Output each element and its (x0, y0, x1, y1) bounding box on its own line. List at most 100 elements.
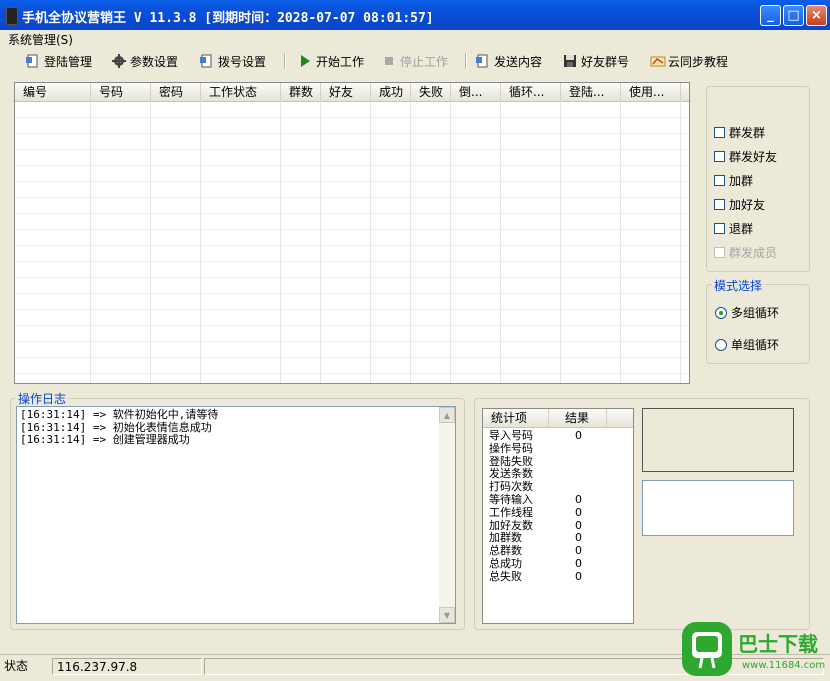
grid-col-header[interactable]: 成功 (371, 83, 411, 101)
stop-work-button[interactable]: 停止工作 (382, 52, 448, 70)
grid-row-line (15, 197, 689, 198)
grid-row-line (15, 277, 689, 278)
stats-col-item: 统计项 (483, 409, 549, 427)
mode-select-title: 模式选择 (712, 277, 765, 294)
dial-settings-label: 拨号设置 (218, 54, 267, 69)
menu-bar: 系统管理(S) (0, 30, 830, 48)
radio-dot (715, 338, 727, 351)
stats-row-value: 0 (575, 544, 582, 558)
radio-dot (715, 306, 727, 319)
scroll-down-icon[interactable]: ▼ (439, 607, 455, 623)
option-checkbox[interactable]: 加群 (714, 172, 753, 189)
log-line: [16:31:14] => 创建管理器成功 (20, 433, 190, 446)
option-label: 群发成员 (729, 246, 778, 260)
cloud-sync-button[interactable]: 云同步教程 (650, 52, 728, 70)
friend-group-label: 好友群号 (581, 54, 630, 69)
grid-col-header[interactable]: 号码 (91, 83, 151, 101)
option-checkbox[interactable]: 群发好友 (714, 148, 777, 165)
mode-multi-label: 多组循环 (731, 306, 780, 320)
login-manage-button[interactable]: 登陆管理 (26, 52, 92, 70)
grid-col-header[interactable]: 倒... (451, 83, 501, 101)
param-settings-label: 参数设置 (130, 54, 179, 69)
grid-row-line (15, 357, 689, 358)
log-textarea[interactable]: [16:31:14] => 软件初始化中,请等待 [16:31:14] => 初始… (16, 406, 456, 624)
stop-icon (382, 54, 396, 68)
grid-col-header[interactable]: 使用... (621, 83, 681, 101)
log-scrollbar[interactable]: ▲ ▼ (439, 407, 455, 623)
mode-single-label: 单组循环 (731, 338, 780, 352)
stats-row-label: 加好友数 (489, 518, 533, 532)
stats-row-label: 总成功 (489, 557, 522, 570)
stats-row-value: 0 (575, 493, 582, 506)
stats-row-label: 登陆失败 (489, 454, 533, 468)
checkbox-icon (714, 151, 725, 162)
stats-header: 统计项 结果 (483, 409, 633, 428)
status-label: 状态 (4, 659, 29, 673)
checkbox-icon (714, 127, 725, 138)
log-line: [16:31:14] => 初始化表情信息成功 (20, 420, 212, 434)
send-content-button[interactable]: 发送内容 (476, 52, 542, 70)
stats-row-label: 等待输入 (489, 493, 533, 506)
login-doc-icon (26, 54, 40, 68)
stats-row-value: 0 (575, 429, 582, 442)
checkbox-icon (714, 199, 725, 210)
option-label: 群发群 (729, 126, 766, 140)
maximize-button[interactable]: □ (783, 5, 804, 26)
send-content-label: 发送内容 (494, 54, 543, 69)
param-settings-button[interactable]: 参数设置 (112, 52, 178, 70)
option-checkbox[interactable]: 退群 (714, 220, 753, 237)
grid-col-header[interactable]: 登陆... (561, 83, 621, 101)
option-label: 群发好友 (729, 150, 778, 164)
stats-row-label: 加群数 (489, 531, 522, 545)
grid-col-header[interactable]: 循环... (501, 83, 561, 101)
status-ip: 116.237.97.8 (52, 658, 202, 675)
menu-system[interactable]: 系统管理(S) (8, 31, 73, 48)
grid-col-header[interactable]: 编号 (15, 83, 91, 101)
save-icon (563, 54, 577, 68)
grid-row-line (15, 293, 689, 294)
gear-icon (112, 54, 126, 68)
friend-group-button[interactable]: 好友群号 (563, 52, 629, 70)
minimize-button[interactable]: _ (760, 5, 781, 26)
grid-row-line (15, 213, 689, 214)
stats-row-label: 操作号码 (489, 441, 533, 455)
grid-col-header[interactable]: 工作状态 (201, 83, 281, 101)
dial-settings-button[interactable]: 拨号设置 (200, 52, 266, 70)
mode-multi-radio[interactable]: 多组循环 (715, 304, 779, 321)
option-checkbox[interactable]: 加好友 (714, 196, 765, 213)
grid-row-line (15, 117, 689, 118)
cloud-sync-icon (650, 54, 666, 68)
stats-row-value: 0 (575, 505, 582, 519)
play-icon (298, 54, 312, 68)
grid-col-header[interactable]: 失败 (411, 83, 451, 101)
grid-row-line (15, 181, 689, 182)
log-line: [16:31:14] => 软件初始化中,请等待 (20, 408, 219, 421)
maximize-icon: □ (787, 8, 800, 23)
close-button[interactable]: × (806, 5, 827, 26)
checkbox-icon (714, 175, 725, 186)
grid-header: 编号 号码 密码 工作状态 群数 好友 成功 失败 倒... 循环... 登陆... 使用... (15, 83, 689, 102)
scroll-up-icon[interactable]: ▲ (439, 407, 455, 423)
account-grid[interactable]: 编号 号码 密码 工作状态 群数 好友 成功 失败 倒... 循环... 登陆... 使用... (14, 82, 690, 384)
stats-row-label: 总失败 (489, 569, 522, 583)
stats-row-value: 0 (575, 531, 582, 545)
option-label: 加群 (729, 174, 754, 188)
grid-col-header[interactable]: 群数 (281, 83, 321, 101)
grid-row-line (15, 133, 689, 134)
watermark-brand: 巴士下载 (738, 632, 818, 656)
grid-col-header[interactable]: 好友 (321, 83, 371, 101)
send-doc-icon (476, 54, 490, 68)
start-work-button[interactable]: 开始工作 (298, 52, 364, 70)
option-checkbox[interactable]: 群发群 (714, 124, 765, 141)
grid-row-line (15, 325, 689, 326)
title-bar: 手机全协议营销王 V 11.3.8 [到期时间：2028-07-07 08:01… (0, 0, 830, 30)
captcha-input[interactable] (642, 480, 794, 536)
stats-row-value: 0 (575, 518, 582, 532)
mode-single-radio[interactable]: 单组循环 (715, 336, 779, 353)
start-work-label: 开始工作 (316, 54, 365, 69)
grid-row-line (15, 309, 689, 310)
stats-col-result: 结果 (549, 409, 607, 427)
phone-icon (6, 7, 18, 25)
grid-col-header[interactable]: 密码 (151, 83, 201, 101)
toolbar-divider (284, 53, 286, 69)
